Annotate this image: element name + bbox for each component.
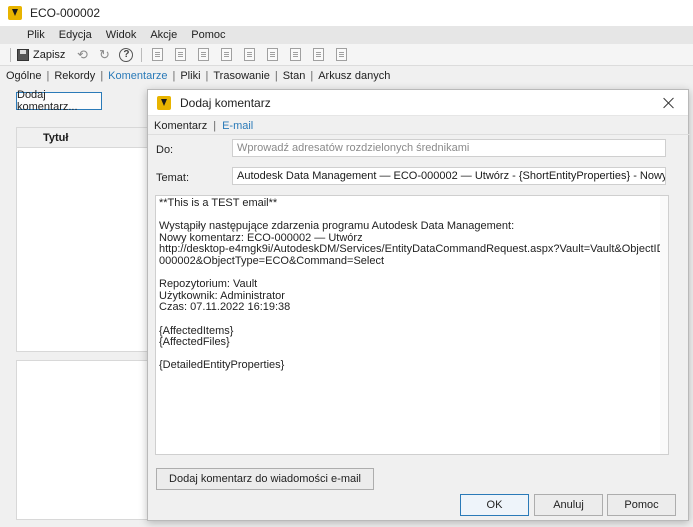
vault-logo-icon — [8, 6, 22, 20]
menu-help[interactable]: Pomoc — [184, 29, 232, 41]
tab-files[interactable]: Pliki — [180, 70, 200, 82]
dialog-title: Dodaj komentarz — [180, 95, 271, 110]
email-body-lines: **This is a TEST email** Wystąpiły następ… — [159, 197, 668, 372]
tab-state[interactable]: Stan — [283, 70, 306, 82]
toolbar-grip — [10, 47, 11, 62]
dialog-tabs-divider — [148, 134, 690, 135]
column-title[interactable]: Tytuł — [43, 132, 68, 144]
vault-logo-icon — [157, 95, 171, 110]
toolbar-separator — [141, 47, 143, 62]
record-remove-icon[interactable] — [221, 48, 233, 61]
email-body-line: {AffectedItems} — [159, 324, 234, 337]
undo-icon[interactable]: ⟲ — [74, 47, 90, 63]
record-icon[interactable] — [152, 48, 164, 61]
record-move-icon[interactable] — [267, 48, 279, 61]
dialog-titlebar: Dodaj komentarz — [148, 90, 688, 116]
window-title: ECO-000002 — [30, 6, 101, 20]
tab-comments[interactable]: Komentarze — [108, 70, 167, 82]
add-comment-dialog: Dodaj komentarz Komentarz | E-mail Do: Wp… — [147, 89, 690, 521]
refresh-icon[interactable]: ↻ — [96, 47, 112, 63]
record-edit-icon[interactable] — [175, 48, 187, 61]
comment-preview-panel — [16, 360, 166, 520]
email-body-line: Czas: 07.11.2022 16:19:38 — [159, 301, 291, 314]
email-body-line: {DetailedEntityProperties} — [159, 359, 285, 372]
grid-header: Tytuł — [17, 128, 165, 148]
menu-view[interactable]: Widok — [99, 29, 144, 41]
email-body-line: Repozytorium: Vault — [159, 278, 258, 291]
close-icon[interactable] — [662, 96, 676, 110]
body-scrollbar[interactable] — [660, 196, 668, 454]
menu-edit[interactable]: Edycja — [52, 29, 99, 41]
help-icon[interactable]: ? — [119, 47, 134, 62]
record-link-icon[interactable] — [244, 48, 256, 61]
email-body-line — [159, 314, 665, 326]
subject-input[interactable]: Autodesk Data Management — ECO-000002 — … — [232, 167, 666, 185]
record-add-icon[interactable] — [198, 48, 210, 61]
tab-email[interactable]: E-mail — [222, 120, 253, 132]
email-body-line: 000002&ObjectType=ECO&Command=Select — [159, 254, 385, 267]
menu-actions[interactable]: Akcje — [143, 29, 184, 41]
main-tabs: Ogólne | Rekordy | Komentarze | Pliki | Tras… — [6, 70, 391, 82]
help-button[interactable]: Pomoc — [607, 494, 676, 516]
add-to-email-button[interactable]: Dodaj komentarz do wiadomości e-mail — [156, 468, 374, 490]
subject-label: Temat: — [156, 172, 190, 184]
menu-bar: Plik Edycja Widok Akcje Pomoc — [0, 26, 693, 44]
tab-routing[interactable]: Trasowanie — [213, 70, 269, 82]
window-titlebar: ECO-000002 — [0, 0, 693, 26]
email-body-line: **This is a TEST email** — [159, 197, 278, 209]
tab-datasheet[interactable]: Arkusz danych — [318, 70, 390, 82]
menu-file[interactable]: Plik — [20, 29, 52, 41]
record-state-icon[interactable] — [290, 48, 302, 61]
record-properties-icon[interactable] — [313, 48, 325, 61]
dialog-tabs: Komentarz | E-mail — [154, 120, 254, 132]
to-input[interactable]: Wprowadź adresatów rozdzielonych średnik… — [232, 139, 666, 157]
to-label: Do: — [156, 144, 174, 156]
cancel-button[interactable]: Anuluj — [534, 494, 603, 516]
email-body-line: {AffectedFiles} — [159, 336, 230, 349]
email-body-textarea[interactable]: **This is a TEST email** Wystąpiły następ… — [155, 195, 669, 455]
save-button-label[interactable]: Zapisz — [33, 49, 65, 61]
toolbar: Zapisz ⟲ ↻ ? — [0, 44, 693, 66]
add-comment-button[interactable]: Dodaj komentarz... — [16, 89, 102, 113]
comments-grid: Tytuł — [16, 127, 166, 352]
save-icon[interactable] — [17, 48, 29, 61]
tab-general[interactable]: Ogólne — [6, 70, 41, 82]
tab-records[interactable]: Rekordy — [54, 70, 95, 82]
record-print-icon[interactable] — [336, 48, 348, 61]
tab-comment[interactable]: Komentarz — [154, 120, 207, 132]
ok-button[interactable]: OK — [460, 494, 529, 516]
